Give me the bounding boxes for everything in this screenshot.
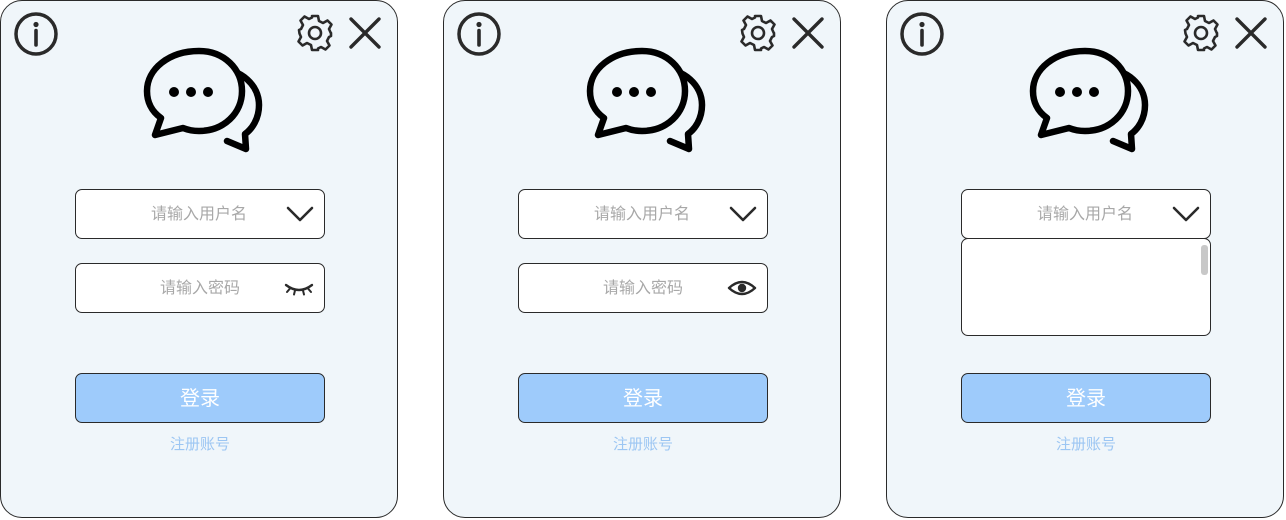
close-icon[interactable] <box>1233 15 1269 51</box>
login-button[interactable]: 登录 <box>961 373 1211 423</box>
chevron-down-icon[interactable] <box>286 202 314 226</box>
login-panel-1: 请输入用户名 请输入密码 登录 注册账号 <box>0 0 398 518</box>
eye-closed-icon[interactable] <box>284 277 314 299</box>
chevron-down-icon[interactable] <box>1172 202 1200 226</box>
chat-bubbles-icon <box>143 47 263 153</box>
eye-open-icon[interactable] <box>727 277 757 299</box>
gear-icon[interactable] <box>295 13 335 53</box>
username-dropdown-list[interactable] <box>961 238 1211 336</box>
gear-icon[interactable] <box>738 13 778 53</box>
close-icon[interactable] <box>790 15 826 51</box>
register-link[interactable]: 注册账号 <box>518 433 768 454</box>
chevron-down-icon[interactable] <box>729 202 757 226</box>
info-icon[interactable] <box>899 11 945 57</box>
gear-icon[interactable] <box>1181 13 1221 53</box>
username-field[interactable]: 请输入用户名 <box>75 189 325 239</box>
password-field[interactable]: 请输入密码 <box>518 263 768 313</box>
chat-bubbles-icon <box>1029 47 1149 153</box>
password-field[interactable]: 请输入密码 <box>75 263 325 313</box>
username-field[interactable]: 请输入用户名 <box>518 189 768 239</box>
register-link[interactable]: 注册账号 <box>961 433 1211 454</box>
dropdown-scrollbar[interactable] <box>1201 245 1208 275</box>
info-icon[interactable] <box>13 11 59 57</box>
username-field[interactable]: 请输入用户名 <box>961 189 1211 239</box>
login-panel-3: 请输入用户名 登录 注册账号 <box>886 0 1284 518</box>
login-button[interactable]: 登录 <box>518 373 768 423</box>
login-panel-2: 请输入用户名 请输入密码 登录 注册账号 <box>443 0 841 518</box>
register-link[interactable]: 注册账号 <box>75 433 325 454</box>
chat-bubbles-icon <box>586 47 706 153</box>
info-icon[interactable] <box>456 11 502 57</box>
login-button[interactable]: 登录 <box>75 373 325 423</box>
close-icon[interactable] <box>347 15 383 51</box>
